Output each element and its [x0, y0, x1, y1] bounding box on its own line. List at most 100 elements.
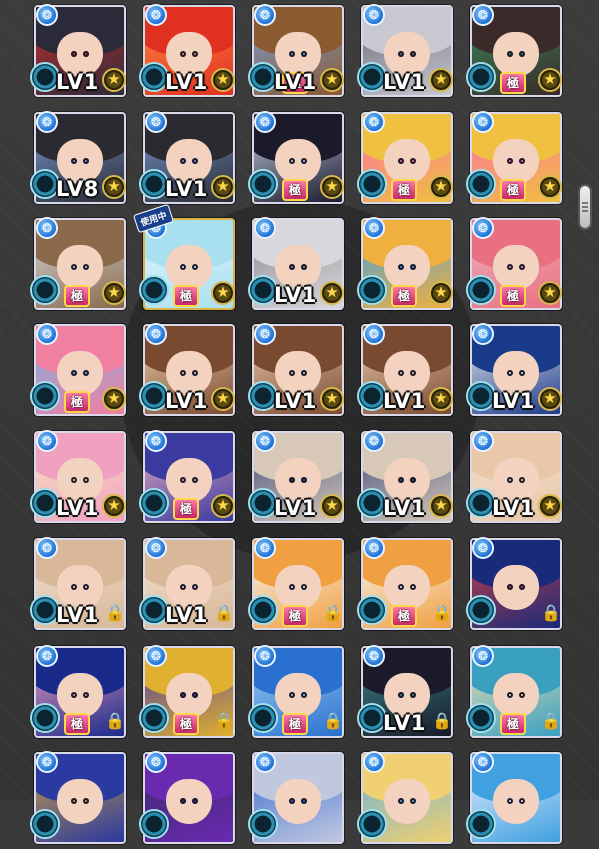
- monster-card[interactable]: ❂ LV1 ★: [466, 321, 562, 421]
- luck-ring-icon: [357, 809, 387, 839]
- monster-card[interactable]: ❂ LV1 ★: [139, 109, 235, 209]
- character-eye: [179, 263, 187, 271]
- monster-card[interactable]: ❂ LV1 ★: [466, 428, 562, 528]
- character-face: [493, 138, 539, 185]
- monster-card[interactable]: ❂ 極 🔒: [248, 643, 344, 743]
- water-element-icon: ❂: [145, 4, 167, 26]
- luck-ring-icon: [357, 169, 387, 199]
- goku-badge: 極: [391, 179, 417, 201]
- monster-box-grid: ❂ LV1 ★ ❂ LV1 ★ ❂ 極 LV1 ★ ❂ LV1 ★ ❂ 極 ★ ❂ LV8 ★ ❂ LV1 ★ ❂ 極 ★ ❂ 極 ★…: [30, 0, 562, 844]
- character-eye: [300, 369, 308, 377]
- monster-card[interactable]: ❂ LV1 🔒: [139, 535, 235, 635]
- water-element-icon: ❂: [363, 111, 385, 133]
- monster-card[interactable]: ❂: [248, 749, 344, 849]
- character-face: [493, 778, 539, 825]
- scrollbar-thumb[interactable]: [578, 184, 592, 230]
- character-face: [166, 778, 212, 825]
- character-eye: [518, 797, 526, 805]
- star-icon: ★: [211, 175, 235, 199]
- luck-ring-icon: [466, 169, 496, 199]
- character-eye: [82, 263, 90, 271]
- character-eye: [288, 263, 296, 271]
- monster-card[interactable]: ❂ 極 ★: [466, 109, 562, 209]
- character-eye: [82, 50, 90, 58]
- water-element-icon: ❂: [472, 111, 494, 133]
- monster-card[interactable]: ❂ LV1 ★: [30, 428, 126, 528]
- character-eye: [70, 369, 78, 377]
- monster-card[interactable]: ❂ 極 🔒: [139, 643, 235, 743]
- monster-card[interactable]: ❂ LV1 🔒: [357, 643, 453, 743]
- luck-ring-icon: [139, 488, 169, 518]
- level-label: LV1: [274, 496, 317, 520]
- luck-ring-icon: [248, 809, 278, 839]
- monster-card[interactable]: ❂: [30, 749, 126, 849]
- character-face: [275, 138, 321, 185]
- monster-card[interactable]: ❂ 極 🔒: [466, 643, 562, 743]
- character-eye: [409, 476, 417, 484]
- water-element-icon: ❂: [145, 323, 167, 345]
- character-face: [275, 564, 321, 611]
- monster-card[interactable]: ❂ LV1 ★: [248, 428, 344, 528]
- monster-card[interactable]: ❂ LV1 ★: [357, 321, 453, 421]
- monster-card[interactable]: ❂ LV1 ★: [357, 2, 453, 102]
- character-face: [57, 672, 103, 719]
- monster-card[interactable]: ❂ 極 ★: [30, 215, 126, 315]
- character-face: [493, 672, 539, 719]
- monster-card[interactable]: ❂ 極 🔒: [248, 535, 344, 635]
- monster-card[interactable]: ❂ LV1 ★: [248, 321, 344, 421]
- monster-card[interactable]: ❂ LV8 ★: [30, 109, 126, 209]
- monster-card[interactable]: ❂: [466, 749, 562, 849]
- water-element-icon: ❂: [254, 537, 276, 559]
- luck-ring-icon: [248, 703, 278, 733]
- monster-card[interactable]: ❂ 極 🔒: [30, 643, 126, 743]
- monster-card[interactable]: ❂ 極 ★: [139, 428, 235, 528]
- star-icon: ★: [538, 281, 562, 305]
- monster-card[interactable]: ❂ LV1 ★: [139, 321, 235, 421]
- star-icon: ★: [429, 68, 453, 92]
- monster-card[interactable]: ❂ 極 🔒: [357, 535, 453, 635]
- water-element-icon: ❂: [254, 217, 276, 239]
- water-element-icon: ❂: [36, 430, 58, 452]
- character-eye: [397, 157, 405, 165]
- water-element-icon: ❂: [36, 751, 58, 773]
- star-icon: ★: [429, 175, 453, 199]
- character-face: [166, 244, 212, 291]
- luck-ring-icon: [139, 703, 169, 733]
- monster-card[interactable]: ❂ 極 ★ 使用中: [132, 203, 235, 315]
- monster-card[interactable]: ❂ 極 ★: [466, 215, 562, 315]
- star-icon: ★: [102, 281, 126, 305]
- monster-card[interactable]: ❂ 極 ★: [466, 2, 562, 102]
- monster-card[interactable]: ❂ 極 LV1 ★: [248, 2, 344, 102]
- water-element-icon: ❂: [36, 537, 58, 559]
- character-face: [384, 564, 430, 611]
- monster-card[interactable]: ❂ 極 ★: [248, 109, 344, 209]
- character-eye: [191, 476, 199, 484]
- monster-card[interactable]: ❂ LV1 ★: [30, 2, 126, 102]
- monster-card[interactable]: ❂ LV1 🔒: [30, 535, 126, 635]
- character-face: [57, 778, 103, 825]
- character-face: [275, 672, 321, 719]
- monster-card[interactable]: ❂ 🔒: [466, 535, 562, 635]
- monster-card[interactable]: ❂ 極 ★: [357, 109, 453, 209]
- character-eye: [288, 797, 296, 805]
- luck-ring-icon: [357, 275, 387, 305]
- character-face: [493, 244, 539, 291]
- water-element-icon: ❂: [145, 111, 167, 133]
- monster-card[interactable]: ❂ LV1 ★: [139, 2, 235, 102]
- water-element-icon: ❂: [36, 217, 58, 239]
- monster-card[interactable]: ❂ LV1 ★: [248, 215, 344, 315]
- water-element-icon: ❂: [36, 645, 58, 667]
- character-eye: [191, 369, 199, 377]
- monster-card[interactable]: ❂: [139, 749, 235, 849]
- monster-card[interactable]: ❂ 極 ★: [30, 321, 126, 421]
- monster-card[interactable]: ❂ 極 ★: [357, 215, 453, 315]
- water-element-icon: ❂: [363, 217, 385, 239]
- character-eye: [82, 157, 90, 165]
- luck-ring-icon: [30, 809, 60, 839]
- luck-ring-icon: [466, 809, 496, 839]
- star-icon: ★: [320, 68, 344, 92]
- character-face: [166, 672, 212, 719]
- monster-card[interactable]: ❂ LV1 ★: [357, 428, 453, 528]
- water-element-icon: ❂: [472, 323, 494, 345]
- monster-card[interactable]: ❂: [357, 749, 453, 849]
